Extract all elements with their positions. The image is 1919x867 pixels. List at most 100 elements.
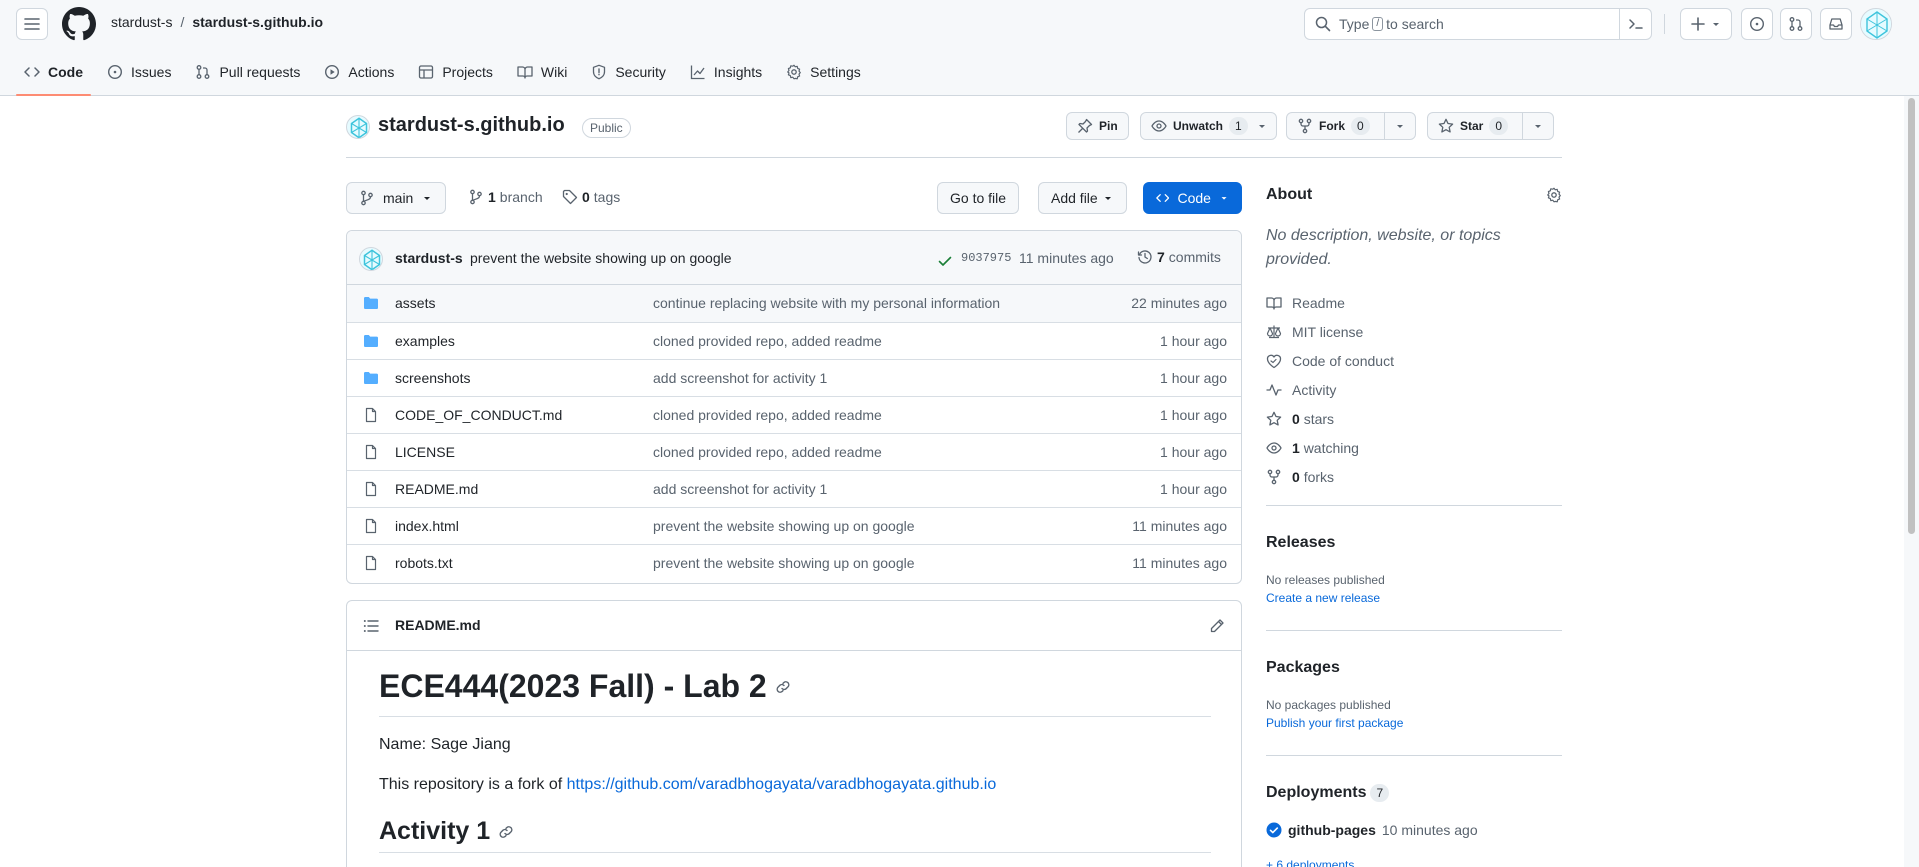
license-link[interactable]: MIT license	[1266, 317, 1394, 346]
file-icon-wrap	[363, 444, 379, 460]
tab-pull-requests[interactable]: Pull requests	[187, 56, 308, 88]
file-commit-message[interactable]: prevent the website showing up on google	[653, 555, 915, 571]
file-row[interactable]: index.html prevent the website showing up…	[347, 507, 1241, 544]
check-icon[interactable]	[937, 253, 953, 269]
commit-author[interactable]: stardust-s	[395, 250, 463, 266]
repo-name[interactable]: stardust-s.github.io	[378, 114, 565, 137]
create-release-link[interactable]: Create a new release	[1266, 591, 1380, 605]
file-row[interactable]: assets continue replacing website with my…	[347, 285, 1241, 322]
file-name[interactable]: CODE_OF_CONDUCT.md	[395, 407, 562, 423]
star-button[interactable]: Star 0	[1427, 112, 1555, 140]
sidebar-divider	[1266, 755, 1562, 756]
breadcrumb-repo[interactable]: stardust-s.github.io	[192, 14, 323, 30]
commits-history-link[interactable]: 7 commits	[1137, 249, 1221, 265]
forks-link[interactable]: 0 forks	[1266, 462, 1394, 491]
readme-fork-link[interactable]: https://github.com/varadbhogayata/varadb…	[567, 776, 997, 793]
breadcrumb-owner[interactable]: stardust-s	[111, 14, 172, 30]
stars-link[interactable]: 0 stars	[1266, 404, 1394, 433]
fork-caret[interactable]	[1383, 113, 1415, 139]
tab-security[interactable]: Security	[583, 56, 674, 88]
file-name[interactable]: assets	[395, 295, 435, 311]
list-unordered-icon[interactable]	[363, 618, 379, 634]
create-new-button[interactable]	[1680, 8, 1732, 40]
add-file-button[interactable]: Add file	[1038, 182, 1127, 214]
link-icon[interactable]	[775, 679, 791, 695]
file-commit-message[interactable]: add screenshot for activity 1	[653, 481, 827, 497]
issues-shortcut-button[interactable]	[1741, 8, 1773, 40]
readme-panel: README.md ECE444(2023 Fall) - Lab 2 Name…	[346, 600, 1242, 867]
tab-code[interactable]: Code	[16, 56, 91, 96]
file-commit-message[interactable]: cloned provided repo, added readme	[653, 333, 882, 349]
tags-link[interactable]: 0 tags	[562, 189, 620, 205]
more-deployments-link[interactable]: + 6 deployments	[1266, 858, 1354, 867]
file-commit-message[interactable]: continue replacing website with my perso…	[653, 295, 1000, 311]
tab-label: Security	[615, 64, 666, 80]
pull-requests-shortcut-button[interactable]	[1780, 8, 1812, 40]
file-name[interactable]: index.html	[395, 518, 459, 534]
inbox-button[interactable]	[1820, 8, 1852, 40]
file-name[interactable]: screenshots	[395, 370, 470, 386]
file-commit-message[interactable]: add screenshot for activity 1	[653, 370, 827, 386]
watching-link[interactable]: 1 watching	[1266, 433, 1394, 462]
code-of-conduct-link[interactable]: Code of conduct	[1266, 346, 1394, 375]
file-name[interactable]: LICENSE	[395, 444, 455, 460]
search-input[interactable]: Type / to search	[1304, 8, 1652, 40]
commit-message[interactable]: prevent the website showing up on google	[470, 250, 732, 266]
file-row[interactable]: screenshots add screenshot for activity 1…	[347, 359, 1241, 396]
deployment-item[interactable]: github-pages 10 minutes ago	[1266, 822, 1478, 838]
tab-insights[interactable]: Insights	[682, 56, 770, 88]
tab-actions[interactable]: Actions	[316, 56, 402, 88]
readme-link[interactable]: Readme	[1266, 288, 1394, 317]
header-divider	[1664, 14, 1665, 34]
command-palette-button[interactable]	[1619, 9, 1651, 39]
publish-package-link[interactable]: Publish your first package	[1266, 716, 1403, 730]
file-commit-message[interactable]: prevent the website showing up on google	[653, 518, 915, 534]
file-commit-message[interactable]: cloned provided repo, added readme	[653, 407, 882, 423]
releases-heading[interactable]: Releases	[1266, 534, 1335, 552]
code-of-conduct-icon	[1266, 354, 1282, 368]
code-download-button[interactable]: Code	[1143, 182, 1242, 214]
deployments-heading[interactable]: Deployments 7	[1266, 784, 1390, 802]
tab-wiki[interactable]: Wiki	[509, 56, 575, 88]
tab-projects[interactable]: Projects	[410, 56, 501, 88]
fork-button[interactable]: Fork 0	[1286, 112, 1416, 140]
page-scrollbar[interactable]	[1904, 96, 1919, 867]
pencil-icon[interactable]	[1209, 618, 1225, 634]
gear-icon	[787, 64, 802, 80]
github-logo-icon[interactable]	[62, 7, 96, 41]
unwatch-button[interactable]: Unwatch 1	[1140, 112, 1277, 140]
branches-link[interactable]: 1 branch	[468, 189, 543, 205]
file-name[interactable]: README.md	[395, 481, 478, 497]
repo-owner-avatar[interactable]	[346, 115, 370, 139]
watch-caret[interactable]	[1254, 113, 1276, 139]
gear-icon[interactable]	[1546, 187, 1562, 203]
go-to-file-button[interactable]: Go to file	[937, 182, 1020, 214]
side-item-text: Readme	[1292, 294, 1345, 311]
deployments-count: 7	[1370, 784, 1390, 802]
file-row[interactable]: examples cloned provided repo, added read…	[347, 322, 1241, 359]
file-name[interactable]: robots.txt	[395, 555, 453, 571]
tab-issues[interactable]: Issues	[99, 56, 179, 88]
issue-icon	[107, 64, 123, 80]
branch-select-button[interactable]: main	[346, 182, 447, 214]
packages-heading[interactable]: Packages	[1266, 659, 1340, 677]
menu-button[interactable]	[16, 8, 48, 40]
file-commit-message[interactable]: cloned provided repo, added readme	[653, 444, 882, 460]
file-row[interactable]: robots.txt prevent the website showing up…	[347, 544, 1241, 581]
star-caret[interactable]	[1522, 113, 1553, 139]
file-name[interactable]: examples	[395, 333, 455, 349]
pin-button[interactable]: Pin	[1066, 112, 1129, 140]
commit-author-avatar[interactable]	[359, 247, 383, 271]
activity-link[interactable]: Activity	[1266, 375, 1394, 404]
file-row[interactable]: README.md add screenshot for activity 1 1 …	[347, 470, 1241, 507]
user-avatar[interactable]	[1860, 8, 1892, 40]
about-heading: About	[1266, 186, 1313, 203]
readme-filename[interactable]: README.md	[395, 617, 481, 633]
scrollbar-thumb[interactable]	[1908, 98, 1915, 534]
commit-sha[interactable]: 9037975	[961, 251, 1011, 265]
eye-icon	[1151, 120, 1167, 132]
tab-settings[interactable]: Settings	[778, 56, 869, 88]
link-icon[interactable]	[498, 824, 514, 840]
file-row[interactable]: CODE_OF_CONDUCT.md cloned provided repo, …	[347, 396, 1241, 433]
file-row[interactable]: LICENSE cloned provided repo, added readm…	[347, 433, 1241, 470]
